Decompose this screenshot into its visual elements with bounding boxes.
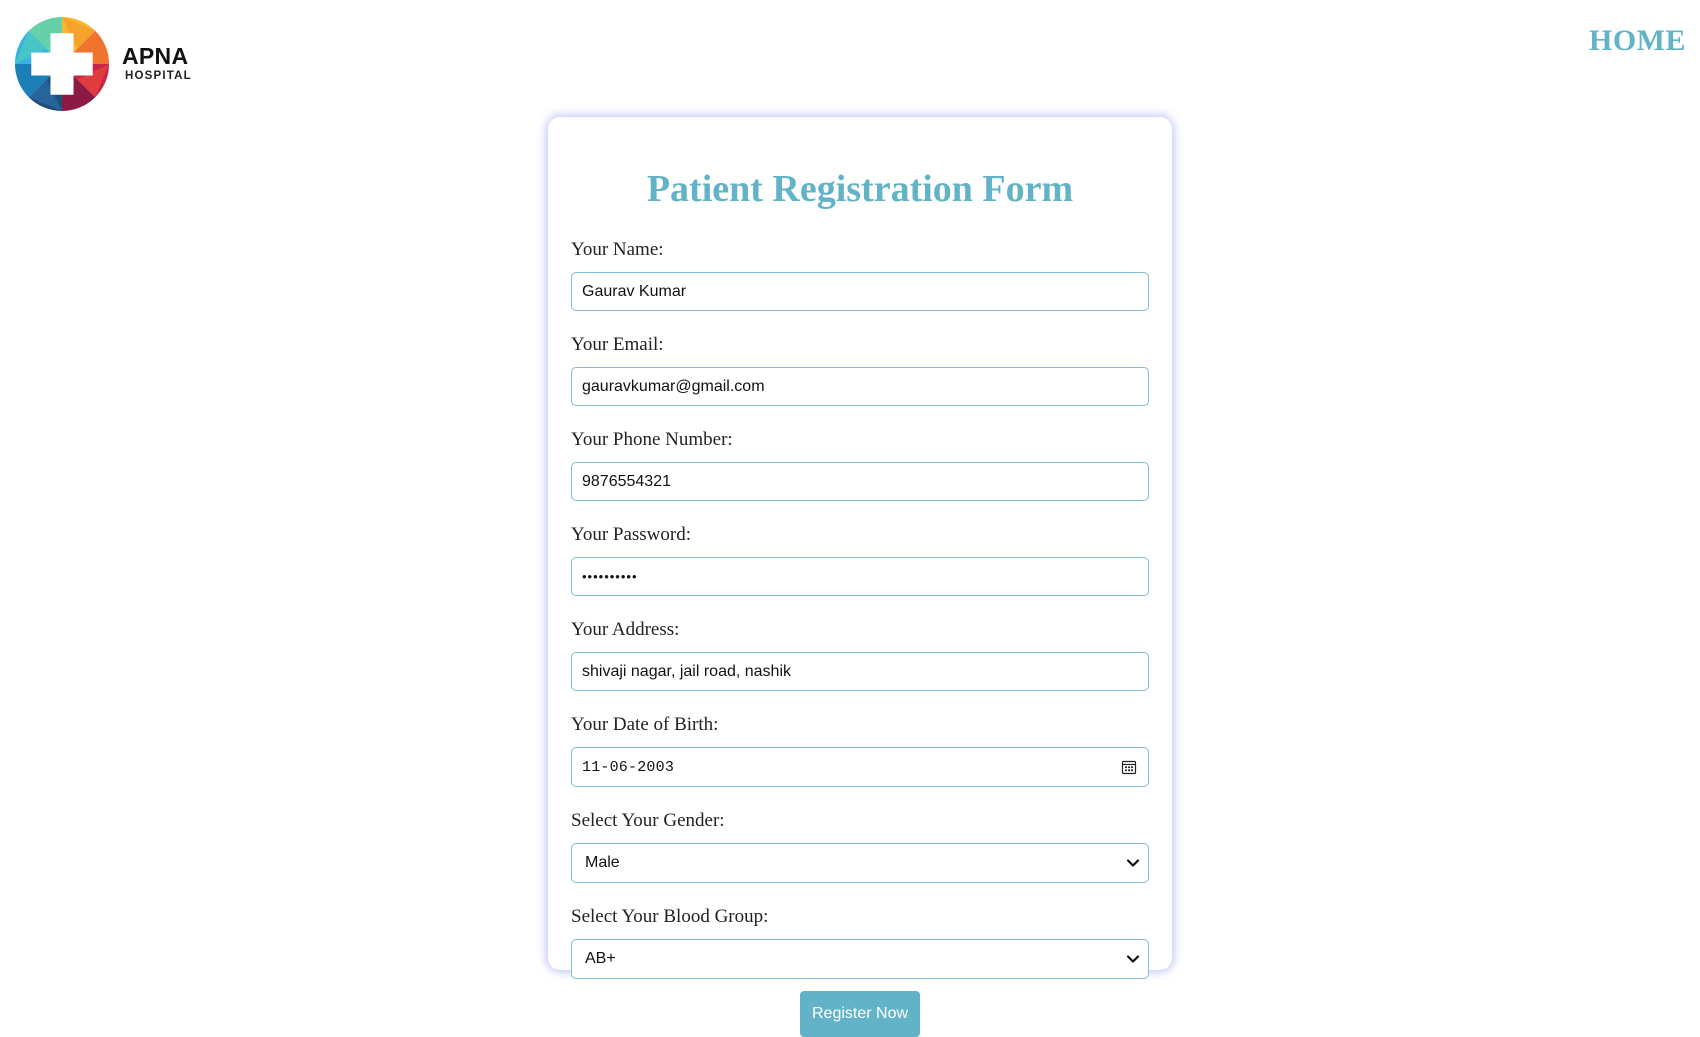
- blood-group-field-group: Select Your Blood Group: AB+: [571, 904, 1149, 979]
- gender-label: Select Your Gender:: [571, 810, 725, 831]
- blood-group-label: Select Your Blood Group:: [571, 906, 769, 927]
- name-label: Your Name:: [571, 239, 664, 260]
- phone-field-group: Your Phone Number:: [571, 427, 1149, 501]
- name-input[interactable]: [571, 272, 1149, 311]
- dob-picker: [571, 747, 1149, 787]
- blood-group-select[interactable]: AB+: [571, 939, 1149, 979]
- address-field-group: Your Address:: [571, 617, 1149, 691]
- password-input[interactable]: [571, 557, 1149, 596]
- password-label: Your Password:: [571, 524, 692, 545]
- logo-text: APNA HOSPITAL: [122, 44, 192, 84]
- chevron-down-icon[interactable]: [1126, 952, 1140, 966]
- registration-form-card: Patient Registration Form Your Name: You…: [548, 117, 1172, 1037]
- dob-input[interactable]: [571, 747, 1149, 787]
- calendar-icon[interactable]: [1121, 759, 1137, 775]
- home-link[interactable]: HOME: [1589, 24, 1686, 58]
- password-field-group: Your Password:: [571, 522, 1149, 596]
- blood-group-selected-value[interactable]: AB+: [571, 939, 1149, 979]
- address-label: Your Address:: [571, 619, 680, 640]
- brand-name: APNA: [122, 43, 189, 69]
- gender-field-group: Select Your Gender: Male: [571, 808, 1149, 883]
- dob-label: Your Date of Birth:: [571, 714, 719, 735]
- chevron-down-icon[interactable]: [1126, 856, 1140, 870]
- brand-subtitle: HOSPITAL: [125, 70, 192, 82]
- phone-input[interactable]: [571, 462, 1149, 501]
- email-field-group: Your Email:: [571, 332, 1149, 406]
- submit-row: Register Now: [571, 991, 1149, 1037]
- phone-label: Your Phone Number:: [571, 429, 733, 450]
- gender-selected-value[interactable]: Male: [571, 843, 1149, 883]
- logo[interactable]: APNA HOSPITAL: [14, 14, 194, 114]
- address-input[interactable]: [571, 652, 1149, 691]
- name-field-group: Your Name:: [571, 237, 1149, 311]
- hospital-cross-logo-icon: [14, 16, 110, 112]
- form-title: Patient Registration Form: [646, 168, 1074, 210]
- gender-select[interactable]: Male: [571, 843, 1149, 883]
- email-input[interactable]: [571, 367, 1149, 406]
- dob-field-group: Your Date of Birth:: [571, 712, 1149, 787]
- register-now-button[interactable]: Register Now: [800, 991, 920, 1037]
- email-label: Your Email:: [571, 334, 664, 355]
